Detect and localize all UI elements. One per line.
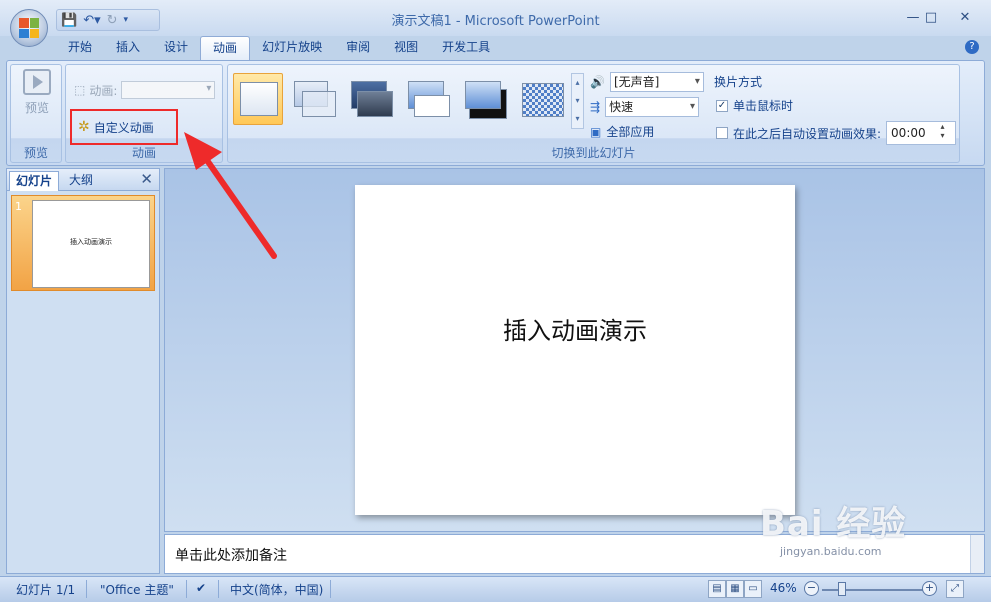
close-icon[interactable]: ✕: [140, 170, 153, 188]
slide-thumbnail[interactable]: 1 插入动画演示: [11, 195, 155, 291]
zoom-in-icon[interactable]: +: [922, 581, 937, 596]
close-button[interactable]: ✕: [952, 10, 978, 26]
sound-icon: 🔊: [590, 75, 605, 89]
notes-placeholder: 单击此处添加备注: [175, 548, 287, 564]
title-bar: 💾 ↶▾ ↻ ▾ 演示文稿1 - Microsoft PowerPoint — …: [0, 0, 991, 36]
transition-cut-thumb[interactable]: [404, 73, 454, 125]
apply-all-icon: ▣: [590, 124, 602, 139]
tab-slideshow[interactable]: 幻灯片放映: [250, 36, 334, 60]
ribbon: 预览 预览 ⬚ 动画: ✲ 自定义动画 动画: [6, 60, 985, 166]
slideshow-view-icon[interactable]: ▭: [744, 580, 762, 598]
transition-dark-thumb[interactable]: [347, 73, 397, 125]
slides-pane: 幻灯片 大纲 ✕ 1 插入动画演示: [6, 168, 160, 574]
slide-position: 幻灯片 1/1: [16, 583, 76, 597]
apply-all-button[interactable]: ▣ 全部应用: [590, 123, 654, 140]
preview-icon: [23, 69, 51, 95]
language[interactable]: 中文(简体，中国): [230, 581, 323, 598]
preview-button[interactable]: 预览: [19, 69, 55, 125]
help-icon[interactable]: ?: [965, 40, 979, 54]
transition-fade-thumb[interactable]: [290, 73, 340, 125]
fit-to-window-icon[interactable]: ⤢: [946, 580, 964, 598]
preview-group: 预览 预览: [10, 64, 62, 163]
slide-sorter-icon[interactable]: ▦: [726, 580, 744, 598]
auto-after-time-spinner[interactable]: 00:00: [886, 121, 957, 145]
sound-row: 🔊 [无声音]: [590, 72, 704, 92]
advance-title: 换片方式: [714, 75, 763, 89]
tab-view[interactable]: 视图: [382, 36, 430, 60]
slide-thumbnail-preview: 插入动画演示: [32, 200, 150, 288]
transition-dissolve-thumb[interactable]: [518, 73, 568, 125]
office-button[interactable]: [10, 9, 48, 47]
animation-row: ⬚ 动画:: [74, 81, 216, 99]
watermark-text: Bai 经验: [760, 504, 907, 544]
transition-black-thumb[interactable]: [461, 73, 511, 125]
custom-animation-button[interactable]: ✲ 自定义动画: [70, 109, 178, 145]
zoom-level[interactable]: 46%: [770, 581, 797, 595]
slide-title[interactable]: 插入动画演示: [355, 311, 795, 346]
window-title: 演示文稿1 - Microsoft PowerPoint: [391, 14, 600, 29]
normal-view-icon[interactable]: ▤: [708, 580, 726, 598]
speed-row: ⇶ 快速: [590, 97, 700, 117]
apply-all-label: 全部应用: [606, 125, 655, 139]
maximize-button[interactable]: □: [918, 10, 944, 26]
pane-tabs: 幻灯片 大纲 ✕: [7, 169, 159, 191]
watermark-subtext: jingyan.baidu.com: [780, 545, 882, 558]
tab-design[interactable]: 设计: [152, 36, 200, 60]
on-click-label: 单击鼠标时: [733, 99, 794, 113]
speed-combo[interactable]: 快速: [605, 97, 700, 117]
on-click-checkbox[interactable]: ✓: [716, 99, 728, 112]
tab-insert[interactable]: 插入: [104, 36, 152, 60]
sound-combo[interactable]: [无声音]: [609, 72, 704, 92]
custom-animation-label: 自定义动画: [93, 120, 154, 135]
status-bar: 幻灯片 1/1 "Office 主题" ✔ 中文(简体，中国) ▤ ▦ ▭ 46…: [0, 576, 991, 602]
tab-animations[interactable]: 动画: [200, 36, 251, 60]
slide-thumbnail-number: 1: [15, 200, 22, 213]
tab-developer[interactable]: 开发工具: [430, 36, 502, 60]
zoom-out-icon[interactable]: −: [804, 581, 819, 596]
tab-home[interactable]: 开始: [56, 36, 104, 60]
ribbon-tabs: 开始 插入 设计 动画 幻灯片放映 审阅 视图 开发工具: [56, 36, 502, 60]
auto-after-row[interactable]: 在此之后自动设置动画效果: 00:00: [716, 121, 957, 145]
speed-icon: ⇶: [590, 100, 601, 114]
on-click-row[interactable]: ✓ 单击鼠标时: [716, 97, 793, 114]
zoom-slider-thumb[interactable]: [838, 582, 846, 596]
gallery-scrollbar[interactable]: ▴ ▾ ▾: [571, 73, 584, 129]
office-logo-icon: [19, 18, 39, 38]
tab-slides[interactable]: 幻灯片: [9, 171, 60, 191]
preview-group-label: 预览: [23, 146, 48, 160]
theme-name: "Office 主题": [100, 583, 174, 597]
transition-group: ▴▾▾ 🔊 [无声音] ⇶ 快速 ▣ 全部应用 换片方式 ✓ 单击鼠标时 在此之…: [227, 64, 960, 163]
slide-canvas[interactable]: 插入动画演示: [355, 185, 795, 515]
tab-review[interactable]: 审阅: [334, 36, 382, 60]
custom-animation-icon: ✲: [78, 119, 90, 135]
notes-scrollbar[interactable]: [970, 535, 984, 573]
transition-group-label: 切换到此幻灯片: [551, 146, 636, 160]
annotation-arrow-icon: [184, 132, 277, 259]
auto-after-label: 在此之后自动设置动画效果:: [733, 126, 882, 141]
preview-button-label: 预览: [24, 101, 49, 115]
animation-icon: ⬚: [74, 83, 86, 97]
tab-outline[interactable]: 大纲: [63, 171, 99, 191]
baidu-watermark: Bai 经验 jingyan.baidu.com: [760, 496, 906, 558]
spellcheck-icon[interactable]: ✔: [196, 581, 206, 595]
animation-label: 动画:: [89, 83, 118, 98]
transition-none-thumb[interactable]: [233, 73, 283, 125]
animation-combo[interactable]: [121, 81, 216, 99]
auto-after-checkbox[interactable]: [716, 127, 728, 139]
